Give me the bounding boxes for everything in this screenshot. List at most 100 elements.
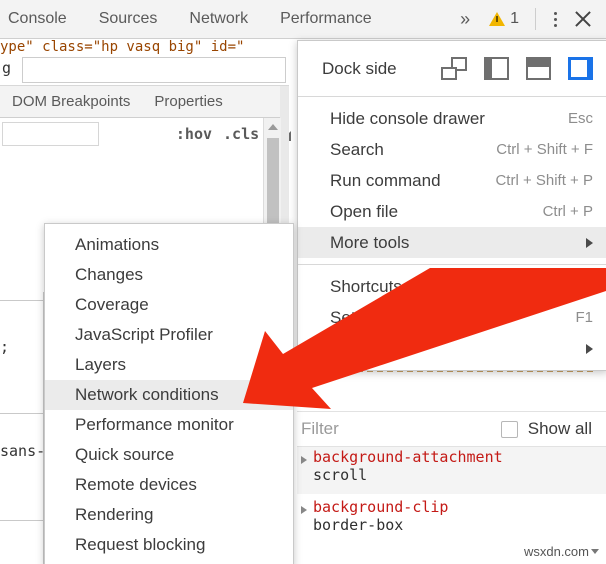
tab-label: DOM Breakpoints bbox=[12, 93, 131, 110]
submenu-item-label: Coverage bbox=[75, 295, 149, 314]
cls-button[interactable]: .cls bbox=[223, 125, 259, 143]
submenu-item-rendering[interactable]: Rendering bbox=[45, 500, 293, 530]
tab-console[interactable]: Console bbox=[0, 0, 83, 38]
close-icon[interactable] bbox=[568, 4, 598, 34]
disclosure-triangle-icon[interactable] bbox=[301, 506, 307, 514]
divider bbox=[535, 8, 536, 30]
menu-spacer bbox=[45, 560, 293, 564]
tab-label: Properties bbox=[154, 93, 223, 110]
styles-scrollbar[interactable] bbox=[263, 118, 281, 232]
elements-search-row: g bbox=[0, 55, 289, 86]
dock-left-icon[interactable] bbox=[484, 57, 509, 80]
scrollbar-thumb[interactable] bbox=[267, 138, 279, 224]
styles-toolbar: :hov .cls + bbox=[0, 118, 291, 151]
menu-item-label: Settings bbox=[330, 307, 392, 327]
chevron-double-right-icon[interactable]: » bbox=[450, 9, 479, 30]
submenu-item-javascript-profiler[interactable]: JavaScript Profiler bbox=[45, 320, 293, 350]
tab-performance[interactable]: Performance bbox=[264, 0, 388, 38]
submenu-item-label: Remote devices bbox=[75, 475, 197, 494]
submenu-item-remote-devices[interactable]: Remote devices bbox=[45, 470, 293, 500]
menu-item-shortcut: Ctrl + Shift + F bbox=[496, 141, 593, 158]
tab-properties[interactable]: Properties bbox=[142, 93, 234, 110]
menu-item-shortcut: Ctrl + P bbox=[542, 203, 593, 220]
submenu-item-coverage[interactable]: Coverage bbox=[45, 290, 293, 320]
submenu-item-label: JavaScript Profiler bbox=[75, 325, 213, 344]
dock-bottom-icon[interactable] bbox=[526, 57, 551, 80]
property-name-row[interactable]: background-clip bbox=[297, 498, 606, 516]
tab-sources[interactable]: Sources bbox=[83, 0, 174, 38]
caret-down-icon bbox=[591, 549, 599, 554]
dom-code-line: ype" class="hp vasq big" id=" bbox=[0, 39, 300, 55]
menu-item-label: Hide console drawer bbox=[330, 108, 485, 128]
menu-item-help[interactable]: Help bbox=[298, 333, 606, 364]
styles-filter-input[interactable] bbox=[2, 122, 99, 146]
menu-item-open-file[interactable]: Open file Ctrl + P bbox=[298, 196, 606, 227]
more-tools-submenu: Animations Changes Coverage JavaScript P… bbox=[44, 223, 294, 564]
menu-item-label: Shortcuts bbox=[330, 276, 402, 296]
tab-label: Network bbox=[189, 10, 249, 27]
property-value: border-box bbox=[313, 516, 404, 534]
menu-item-run-command[interactable]: Run command Ctrl + Shift + P bbox=[298, 165, 606, 196]
menu-item-shortcuts[interactable]: Shortcuts bbox=[298, 271, 606, 302]
undock-icon[interactable] bbox=[441, 57, 467, 80]
menu-item-label: Search bbox=[330, 139, 384, 159]
computed-filter-row: Filter Show all bbox=[297, 412, 606, 447]
submenu-item-request-blocking[interactable]: Request blocking bbox=[45, 530, 293, 560]
menu-item-hide-console-drawer[interactable]: Hide console drawer Esc bbox=[298, 103, 606, 134]
divider bbox=[0, 300, 44, 301]
computed-styles-panel: Filter Show all background-attachment sc… bbox=[289, 370, 606, 564]
menu-item-more-tools[interactable]: More tools bbox=[298, 227, 606, 258]
property-value: scroll bbox=[313, 466, 368, 484]
code-left-fragment: g bbox=[2, 59, 12, 77]
computed-property-background-clip[interactable]: background-clip border-box bbox=[297, 498, 606, 534]
menu-item-label: More tools bbox=[330, 232, 410, 252]
screenshot-root: Console Sources Network Performance » 1 … bbox=[0, 0, 606, 564]
show-all-checkbox[interactable] bbox=[500, 420, 518, 438]
tab-label: Performance bbox=[280, 10, 372, 27]
warning-count: 1 bbox=[510, 10, 519, 27]
panel-edge bbox=[280, 86, 289, 232]
style-fragment-font: sans- bbox=[0, 442, 46, 460]
scroll-up-arrow-icon[interactable] bbox=[268, 124, 278, 130]
submenu-item-animations[interactable]: Animations bbox=[45, 230, 293, 260]
property-name: background-attachment bbox=[313, 448, 503, 466]
dock-side-options bbox=[441, 57, 593, 80]
submenu-item-layers[interactable]: Layers bbox=[45, 350, 293, 380]
search-input[interactable] bbox=[22, 57, 286, 83]
dock-side-label: Dock side bbox=[322, 58, 397, 78]
tabstrip-actions: » 1 bbox=[450, 4, 606, 34]
menu-item-search[interactable]: Search Ctrl + Shift + F bbox=[298, 134, 606, 165]
computed-filter-input[interactable]: Filter bbox=[297, 419, 339, 439]
tab-label: Console bbox=[8, 10, 67, 27]
computed-property-background-attachment[interactable]: background-attachment scroll bbox=[297, 448, 606, 484]
watermark-text: wsxdn.com bbox=[523, 544, 589, 559]
dock-side-row: Dock side bbox=[298, 41, 606, 96]
property-name: background-clip bbox=[313, 498, 449, 516]
submenu-item-changes[interactable]: Changes bbox=[45, 260, 293, 290]
menu-item-label: Open file bbox=[330, 201, 399, 221]
warning-triangle-icon bbox=[489, 12, 506, 26]
property-name-row[interactable]: background-attachment bbox=[297, 448, 606, 466]
menu-item-settings[interactable]: Settings F1 bbox=[298, 302, 606, 333]
tab-network[interactable]: Network bbox=[173, 0, 264, 38]
submenu-item-quick-source[interactable]: Quick source bbox=[45, 440, 293, 470]
submenu-arrow-icon bbox=[586, 343, 593, 354]
hov-button[interactable]: :hov bbox=[176, 125, 212, 143]
menu-item-shortcut: Ctrl + Shift + P bbox=[495, 172, 593, 189]
divider bbox=[0, 413, 44, 414]
show-all-control[interactable]: Show all bbox=[500, 419, 606, 439]
dock-right-icon[interactable] bbox=[568, 57, 593, 80]
disclosure-triangle-icon[interactable] bbox=[301, 456, 307, 464]
menu-item-shortcut: F1 bbox=[575, 309, 593, 326]
submenu-item-label: Layers bbox=[75, 355, 127, 374]
devtools-tabstrip: Console Sources Network Performance » 1 bbox=[0, 0, 606, 39]
submenu-item-network-conditions[interactable]: Network conditions bbox=[45, 380, 293, 410]
tab-dom-breakpoints[interactable]: DOM Breakpoints bbox=[0, 93, 142, 110]
warning-indicator[interactable]: 1 bbox=[481, 10, 527, 28]
styles-panel-body bbox=[0, 150, 263, 232]
submenu-item-label: Quick source bbox=[75, 445, 175, 464]
submenu-item-performance-monitor[interactable]: Performance monitor bbox=[45, 410, 293, 440]
style-fragment-semicolon: ; bbox=[0, 338, 44, 356]
more-vertical-icon[interactable] bbox=[544, 6, 566, 32]
submenu-item-label: Animations bbox=[75, 235, 160, 254]
